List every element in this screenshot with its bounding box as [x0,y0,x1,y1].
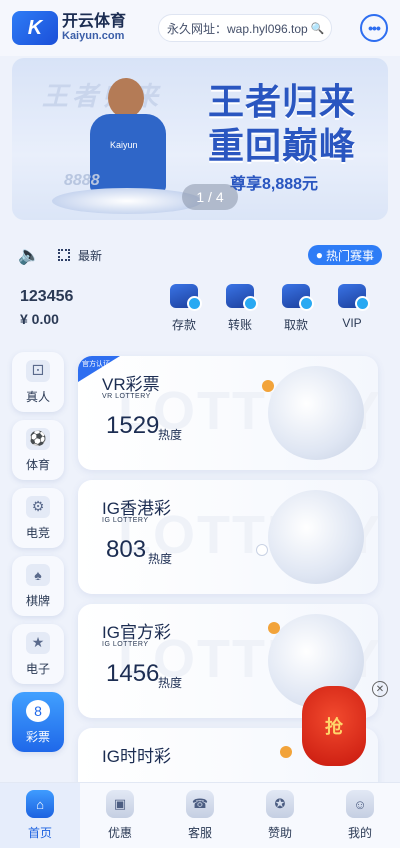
permanent-url-box[interactable]: 永久网址：wap.hyl096.top 🔍 [158,14,332,42]
chat-bubble-icon[interactable]: ••• [360,14,388,42]
lottery-card-ig-hk[interactable]: LOTTERY IG香港彩 IG LOTTERY 803 热度 [78,480,378,594]
category-esports[interactable]: ⚙ 电竞 [12,488,64,548]
bottom-nav: ⌂ 首页 ▣ 优惠 ☎ 客服 ✪ 赞助 ☺ 我的 [0,782,400,848]
lottery-ball [280,746,292,758]
cards-icon: ♠ [26,563,50,586]
jersey-brand: Kaiyun [110,140,138,150]
soccer-ball-icon: ⚽ [26,427,50,450]
top-header: K 开云体育 Kaiyun.com 永久网址：wap.hyl096.top 🔍 … [0,0,400,56]
nav-profile[interactable]: ☺ 我的 [320,783,400,848]
account-balance: ¥ 0.00 [20,311,59,327]
chip-platform [52,188,202,214]
card-heat-value: 803 [106,536,147,563]
lottery-ball-icon: 8 [26,699,50,722]
banner-pager: 1 / 4 [182,184,238,210]
withdraw-button[interactable]: 取款 [274,284,318,333]
headset-icon: ☎ [186,790,214,818]
account-username: 123456 [20,288,74,305]
card-subtitle: IG LOTTERY [102,641,149,648]
close-icon[interactable]: ✕ [372,681,388,697]
gamepad-icon: ⚙ [26,495,50,518]
category-sidebar: ⚀ 真人 ⚽ 体育 ⚙ 电竞 ♠ 棋牌 ★ 电子 8 彩票 [12,352,66,760]
home-icon: ⌂ [26,790,54,818]
user-icon: ☺ [346,790,374,818]
search-icon: 🔍 [310,22,325,35]
card-heat-label: 热度 [158,428,183,442]
nav-home[interactable]: ⌂ 首页 [0,783,80,848]
slot-machine-icon: ★ [26,631,50,654]
card-icon [282,284,314,311]
promo-banner[interactable]: 王者归来 Kaiyun 8888 王者归来 重回巅峰 尊享8,888元 1 / … [12,58,388,220]
lottery-drum-image [268,366,364,460]
card-heat-value: 1456 [106,660,160,687]
permanent-url-text: 永久网址：wap.hyl096.top [167,21,308,36]
notice-bar[interactable]: 🔈 最新 ● 热门赛事 [18,242,382,268]
vip-shield-icon [338,284,370,311]
hot-events-button[interactable]: ● 热门赛事 [307,245,382,265]
banner-title: 王者归来 重回巅峰 [208,81,357,166]
card-subtitle: IG LOTTERY [102,517,149,524]
nav-sponsor[interactable]: ✪ 赞助 [240,783,320,848]
logo-domain: Kaiyun.com [62,29,125,42]
card-subtitle: VR LOTTERY [102,393,151,400]
card-title: IG香港彩 [102,499,171,518]
nav-promotions[interactable]: ▣ 优惠 [80,783,160,848]
card-title: IG时时彩 [102,747,171,766]
chips-label: 8888 [64,172,100,189]
qr-icon [58,249,70,261]
wallet-icon [170,284,202,311]
lottery-ball [268,622,280,634]
dice-icon: ⚀ [26,359,50,382]
speaker-icon: 🔈 [18,244,41,265]
card-heat-label: 热度 [148,552,173,566]
card-title: VR彩票 [102,375,160,394]
banner-subtitle: 尊享8,888元 [230,176,319,193]
red-envelope-button[interactable]: 抢 [302,686,366,766]
category-cards[interactable]: ♠ 棋牌 [12,556,64,616]
logo-mark: K [12,11,58,45]
category-lottery[interactable]: 8 彩票 [12,692,64,752]
lottery-ball [256,544,268,556]
card-heat-label: 热度 [158,676,183,690]
nav-support[interactable]: ☎ 客服 [160,783,240,848]
card-heat-value: 1529 [106,412,160,439]
deposit-button[interactable]: 存款 [162,284,206,333]
transfer-button[interactable]: 转账 [218,284,262,333]
gift-icon: ▣ [106,790,134,818]
lottery-card-vr[interactable]: 官方认证 LOTTERY VR彩票 VR LOTTERY 1529 热度 [78,356,378,470]
lottery-cage-image [268,490,364,584]
account-panel: 123456 ¥ 0.00 存款 转账 取款 VIP [0,278,400,340]
brand-logo[interactable]: K 开云体育 Kaiyun.com [12,11,152,45]
medal-icon: ✪ [266,790,294,818]
logo-name: 开云体育 [62,12,127,30]
category-slots[interactable]: ★ 电子 [12,624,64,684]
chat-dots-icon: ● [315,248,323,262]
category-sports[interactable]: ⚽ 体育 [12,420,64,480]
lottery-ball [262,380,274,392]
notice-latest: 最新 [78,248,103,263]
category-live[interactable]: ⚀ 真人 [12,352,64,412]
card-title: IG官方彩 [102,623,171,642]
vip-button[interactable]: VIP [330,284,374,330]
transfer-icon [226,284,258,311]
red-envelope-label: 抢 [325,717,343,737]
